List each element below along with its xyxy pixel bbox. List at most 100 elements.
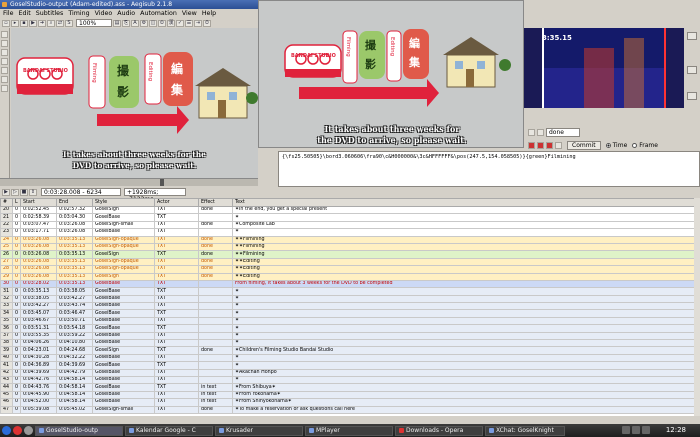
start-menu-icon[interactable] bbox=[2, 426, 11, 435]
grid-scrollbar[interactable] bbox=[694, 198, 700, 416]
table-row[interactable]: 25 0 0:03:26.08 0:03:35.13 GoseiSign-opaque T… bbox=[0, 242, 695, 252]
menu-subtitles[interactable]: Subtitles bbox=[36, 9, 64, 18]
play-line-icon[interactable]: ▷ bbox=[11, 188, 19, 196]
audio-volume-button[interactable] bbox=[687, 66, 697, 74]
table-row[interactable]: 46 0 0:04:52.00 0:04:58.14 GoseiBase TXT in te… bbox=[0, 398, 695, 407]
snap-icon[interactable]: ⇥ bbox=[194, 19, 202, 27]
actor-field[interactable]: done bbox=[546, 128, 580, 137]
color-secondary-icon[interactable] bbox=[537, 142, 544, 149]
quick-launch-terminal-icon[interactable] bbox=[24, 426, 33, 435]
header-effect[interactable]: Effect bbox=[198, 198, 233, 207]
network-tray-icon[interactable] bbox=[622, 426, 630, 434]
table-row[interactable]: 22 0 0:03:07.47 0:03:26.08 GoseiSign-small TX… bbox=[0, 220, 695, 230]
table-row[interactable]: 38 0 0:04:06.26 0:04:10.80 GoseiBase TXT ✶ bbox=[0, 339, 695, 348]
quick-launch-browser-icon[interactable] bbox=[13, 426, 22, 435]
table-row[interactable]: 41 0 0:04:36.89 0:04:39.69 GoseiBase TXT ✶ bbox=[0, 361, 695, 370]
save-file-icon[interactable]: ▪ bbox=[20, 19, 28, 27]
task-mplayer[interactable]: MPlayer bbox=[305, 425, 393, 436]
volume-tray-icon[interactable] bbox=[632, 426, 640, 434]
time-radio-dot[interactable] bbox=[605, 143, 611, 148]
drag-tool-icon[interactable] bbox=[1, 40, 8, 47]
table-row[interactable]: 26 0 0:03:26.08 0:03:35.13 GoseiSign TXT done ✶… bbox=[0, 250, 695, 259]
table-row[interactable]: 23 0 0:03:17.71 0:03:26.08 GoseiBase TXT ✶ bbox=[0, 228, 695, 237]
commit-button[interactable]: Commit bbox=[567, 141, 601, 150]
play-icon[interactable]: ▶ bbox=[2, 188, 10, 196]
rotate-xy-tool-icon[interactable] bbox=[1, 58, 8, 65]
resample-icon[interactable]: ◫ bbox=[149, 19, 157, 27]
table-row[interactable]: 36 0 0:03:51.31 0:03:54.18 GoseiBase TXT ✶ bbox=[0, 324, 695, 333]
font-face-icon[interactable] bbox=[555, 142, 562, 149]
header-layer[interactable]: L bbox=[12, 198, 21, 207]
task-opera[interactable]: Downloads - Opera bbox=[395, 425, 483, 436]
table-row[interactable]: 20 0 0:02:52.45 0:02:57.32 GoseiSign TXT done ✶… bbox=[0, 205, 695, 215]
options-icon[interactable]: ☰ bbox=[185, 19, 193, 27]
table-row[interactable]: 45 0 0:04:45.90 0:04:58.14 GoseiBase TXT in te… bbox=[0, 390, 695, 400]
frame-radio[interactable]: Frame bbox=[632, 142, 658, 149]
header-style[interactable]: Style bbox=[92, 198, 155, 207]
table-row[interactable]: 35 0 0:03:46.67 0:03:50.71 GoseiBase TXT ✶ bbox=[0, 316, 695, 326]
bold-button[interactable] bbox=[528, 129, 535, 136]
detached-video-window[interactable]: BANDAI STUDIO Filming 撮 影 Editing 編 集 It… bbox=[258, 0, 524, 148]
subtitles-grid[interactable]: # L Start End Style Actor Effect Text 20… bbox=[0, 198, 700, 416]
menu-audio[interactable]: Audio bbox=[117, 9, 135, 18]
header-actor[interactable]: Actor bbox=[154, 198, 199, 207]
table-row[interactable]: 34 0 0:03:45.07 0:03:46.47 GoseiBase TXT ✶ bbox=[0, 309, 695, 318]
table-row[interactable]: 42 0 0:04:39.69 0:04:42.79 GoseiBase TXT ✶Akac… bbox=[0, 368, 695, 378]
styles-manager-icon[interactable]: S bbox=[65, 19, 73, 27]
video-seek-slider[interactable] bbox=[0, 178, 258, 186]
task-xchat[interactable]: XChat: GoselKnight bbox=[485, 425, 565, 436]
autoscroll-icon[interactable]: ⇕ bbox=[29, 188, 37, 196]
task-aegisub[interactable]: GoselStudio-outp bbox=[35, 425, 123, 436]
menu-view[interactable]: View bbox=[182, 9, 197, 18]
rotate-z-tool-icon[interactable] bbox=[1, 49, 8, 56]
table-row[interactable]: 32 0 0:03:38.05 0:03:42.27 GoseiBase TXT ✶ bbox=[0, 294, 695, 304]
video-time-field[interactable]: 0:03:28.008 - 6234 bbox=[41, 188, 121, 196]
find-icon[interactable]: ⌕ bbox=[47, 19, 55, 27]
stop-icon[interactable]: ■ bbox=[20, 188, 28, 196]
table-row[interactable]: 43 0 0:04:42.76 0:04:58.14 GoseiBase TXT ✶ bbox=[0, 375, 695, 385]
automation-icon[interactable]: ⚙ bbox=[140, 19, 148, 27]
frame-radio-dot[interactable] bbox=[632, 143, 638, 148]
menu-help[interactable]: Help bbox=[202, 9, 216, 18]
task-calendar[interactable]: Kalendar Google - C bbox=[125, 425, 213, 436]
table-row[interactable]: 33 0 0:03:42.27 0:03:43.74 GoseiBase TXT ✶ bbox=[0, 302, 695, 311]
new-file-icon[interactable]: ▫ bbox=[2, 19, 10, 27]
table-row[interactable]: 29 0 0:03:26.08 0:03:35.13 GoseiSign TXT done ✶… bbox=[0, 272, 695, 281]
table-row[interactable]: 27 0 0:03:26.08 0:03:35.13 GoseiSign-opaque T… bbox=[0, 257, 695, 267]
table-row[interactable]: 44 0 0:04:43.76 0:04:58.14 GoseiBase TXT in te… bbox=[0, 383, 695, 392]
jump-to-icon[interactable]: ➜ bbox=[38, 19, 46, 27]
menu-automation[interactable]: Automation bbox=[140, 9, 177, 18]
shift-times-icon[interactable]: ⏱ bbox=[203, 19, 211, 27]
attachments-icon[interactable]: ⎘ bbox=[122, 19, 130, 27]
table-row[interactable]: 40 0 0:04:30.28 0:04:32.22 GoseiBase TXT ✶ bbox=[0, 353, 695, 363]
table-row[interactable]: 30 0 0:03:28.02 0:03:35.13 GoseiBase TXT From … bbox=[0, 279, 695, 289]
table-row[interactable]: 39 0 0:04:23.01 0:04:24.68 GoseiSign TXT done ✶… bbox=[0, 346, 695, 355]
replace-icon[interactable]: ⇄ bbox=[56, 19, 64, 27]
subtitle-text-editor[interactable]: {\fs25.50505}\bord3.060606\fra90\c&H0000… bbox=[278, 151, 700, 187]
table-row[interactable]: 47 0 0:05:39.08 0:05:45.02 GoseiSign-small TX… bbox=[0, 405, 695, 414]
color-primary-icon[interactable] bbox=[528, 142, 535, 149]
table-row[interactable]: 31 0 0:03:35.13 0:03:38.05 GoseiBase TXT ✶ bbox=[0, 287, 695, 296]
audio-zoom-in-button[interactable] bbox=[687, 32, 697, 40]
kanji-timer-icon[interactable]: 漢 bbox=[167, 19, 175, 27]
fonts-collector-icon[interactable]: A bbox=[131, 19, 139, 27]
seek-slider-thumb[interactable] bbox=[160, 179, 164, 186]
properties-icon[interactable]: ▤ bbox=[113, 19, 121, 27]
timing-postprocessor-icon[interactable]: ⏲ bbox=[158, 19, 166, 27]
video-display[interactable]: BANDAI STUDIO Filming 撮 影 Editing 編 集 It… bbox=[11, 28, 258, 178]
open-file-icon[interactable]: ▸ bbox=[11, 19, 19, 27]
menu-file[interactable]: File bbox=[3, 9, 14, 18]
open-video-icon[interactable]: ▶ bbox=[29, 19, 37, 27]
clip-tool-icon[interactable] bbox=[1, 76, 8, 83]
zoom-select[interactable]: 100% bbox=[76, 19, 112, 27]
header-start[interactable]: Start bbox=[20, 198, 57, 207]
task-krusader[interactable]: Krusader bbox=[215, 425, 303, 436]
standard-tool-icon[interactable] bbox=[1, 31, 8, 38]
menu-timing[interactable]: Timing bbox=[68, 9, 89, 18]
table-row[interactable]: 21 0 0:02:58.39 0:03:04.30 GoseiBase TXT ✶ bbox=[0, 213, 695, 222]
table-row[interactable]: 37 0 0:03:55.35 0:03:59.22 GoseiBase TXT ✶ bbox=[0, 331, 695, 341]
menu-video[interactable]: Video bbox=[95, 9, 113, 18]
table-row[interactable]: 24 0 0:03:26.08 0:03:35.13 GoseiSign-opaque T… bbox=[0, 235, 695, 244]
italic-button[interactable] bbox=[537, 129, 544, 136]
audio-link-button[interactable] bbox=[687, 92, 697, 100]
